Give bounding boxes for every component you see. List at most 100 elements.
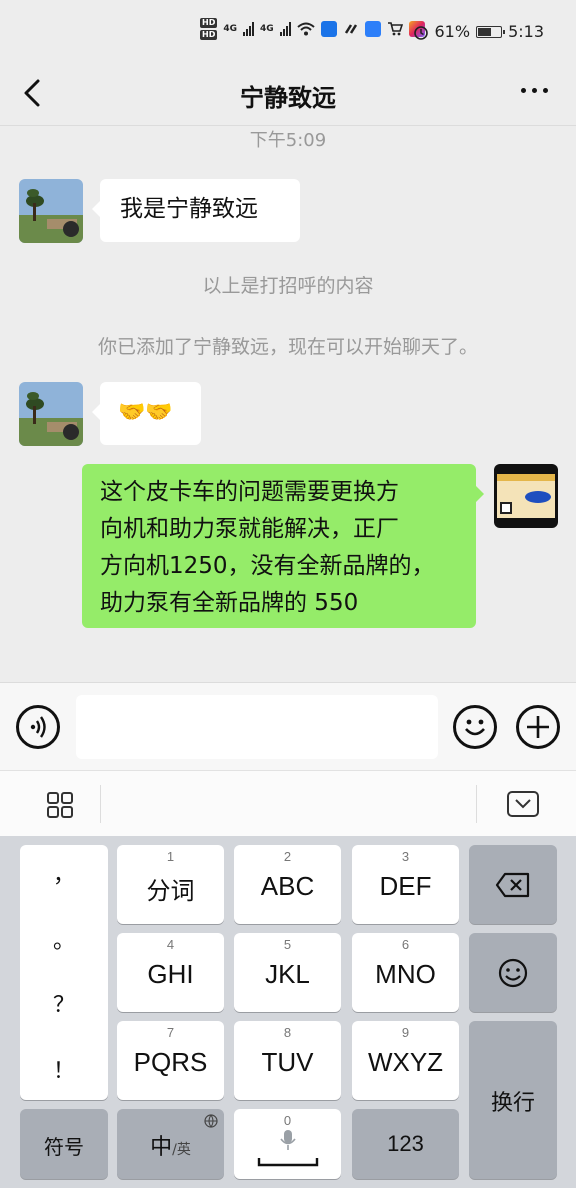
cart-icon bbox=[387, 22, 403, 36]
battery-percent: 61% bbox=[434, 22, 471, 41]
handshake-emoji: 🤝🤝 bbox=[118, 400, 173, 425]
message-text: 我是宁静致远 bbox=[120, 196, 258, 222]
signal-icon bbox=[243, 22, 254, 36]
language-switch-key[interactable]: 中/英 bbox=[117, 1109, 224, 1179]
key-label: TUV bbox=[261, 1047, 314, 1077]
emoji-key[interactable] bbox=[469, 933, 557, 1012]
number-mode-key[interactable]: 123 bbox=[352, 1109, 459, 1179]
key-label: MNO bbox=[375, 959, 436, 989]
backspace-key[interactable] bbox=[469, 845, 557, 924]
hd-badge: HD bbox=[200, 30, 218, 40]
key-number: 8 bbox=[283, 1025, 292, 1040]
key-label: DEF bbox=[379, 871, 432, 901]
key-number: 9 bbox=[401, 1025, 410, 1040]
smile-icon bbox=[465, 719, 485, 736]
globe-icon bbox=[204, 1114, 218, 1128]
battery-icon bbox=[476, 25, 506, 38]
punctuation-column[interactable]: ， 。 ？ ！ bbox=[20, 845, 108, 1100]
key-2[interactable]: 2 ABC bbox=[234, 845, 341, 924]
message-bubble-contact[interactable]: 我是宁静致远 bbox=[92, 179, 300, 242]
enter-key-label: 换行 bbox=[490, 1091, 535, 1116]
keyboard-toolbar bbox=[0, 770, 576, 836]
language-main: 中 bbox=[150, 1135, 173, 1160]
chat-header: 宁静致远 bbox=[0, 60, 576, 126]
wifi-icon bbox=[296, 22, 315, 36]
contact-avatar[interactable] bbox=[19, 179, 83, 243]
message-input[interactable] bbox=[76, 695, 438, 759]
language-alt: /英 bbox=[172, 1142, 191, 1158]
voice-input-button[interactable] bbox=[16, 705, 60, 749]
message-text-line: 方向机1250，没有全新品牌的， bbox=[100, 553, 435, 579]
system-notice: 你已添加了宁静致远，现在可以开始聊天了。 bbox=[97, 336, 478, 358]
key-number: 5 bbox=[283, 937, 292, 952]
space-bar-icon bbox=[257, 1158, 319, 1167]
hide-keyboard-icon[interactable] bbox=[507, 791, 539, 817]
system-notice: 以上是打招呼的内容 bbox=[202, 275, 374, 297]
network-type-label: 4G bbox=[223, 24, 237, 34]
alarm-icon bbox=[413, 25, 428, 40]
input-bar bbox=[0, 682, 576, 770]
key-8[interactable]: 8 TUV bbox=[234, 1021, 341, 1100]
keyboard: ， 。 ？ ！ 1 分词 2 ABC 3 DEF 4 GHI 5 JKL 6 MNO 7 PQ… bbox=[0, 836, 576, 1188]
number-mode-label: 123 bbox=[387, 1131, 424, 1156]
message-list[interactable]: 下午5:09 我是宁静致远 以上是打招呼的内容 你已添加了宁静致远，现在可以开始… bbox=[0, 126, 576, 682]
key-5[interactable]: 5 JKL bbox=[234, 933, 341, 1012]
punct-key[interactable]: ， bbox=[20, 857, 108, 889]
more-options-icon[interactable] bbox=[521, 88, 548, 93]
signal-icon bbox=[279, 22, 291, 36]
divider bbox=[100, 785, 101, 823]
punct-key[interactable]: ！ bbox=[20, 1053, 108, 1085]
voice-icon bbox=[30, 716, 46, 738]
app-notification-icon bbox=[320, 21, 337, 37]
punct-key[interactable]: ？ bbox=[20, 987, 108, 1019]
divider bbox=[476, 785, 477, 823]
key-label: GHI bbox=[147, 959, 194, 989]
key-number: 3 bbox=[401, 849, 410, 864]
network-type-label: 4G bbox=[260, 24, 274, 34]
chat-title: 宁静致远 bbox=[240, 84, 336, 112]
key-label: PQRS bbox=[133, 1047, 208, 1077]
key-number: 7 bbox=[166, 1025, 175, 1040]
key-9[interactable]: 9 WXYZ bbox=[352, 1021, 459, 1100]
link-icon bbox=[344, 24, 357, 34]
key-number: 4 bbox=[166, 937, 175, 952]
key-number: 2 bbox=[283, 849, 292, 864]
key-label: 分词 bbox=[146, 877, 195, 905]
symbol-key-label: 符号 bbox=[44, 1135, 84, 1159]
plus-icon bbox=[527, 716, 549, 738]
key-number: 1 bbox=[166, 849, 175, 864]
hd-badge: HD bbox=[200, 18, 218, 28]
message-bubble-me[interactable]: 这个皮卡车的问题需要更换方 向机和助力泵就能解决，正厂 方向机1250，没有全新… bbox=[82, 464, 484, 628]
message-text-line: 这个皮卡车的问题需要更换方 bbox=[100, 479, 399, 505]
clock: 5:13 bbox=[508, 22, 544, 41]
backspace-icon bbox=[495, 872, 530, 898]
key-label: JKL bbox=[265, 959, 310, 989]
message-text-line: 助力泵有全新品牌的 550 bbox=[100, 590, 359, 616]
microphone-icon bbox=[280, 1130, 296, 1150]
space-key[interactable]: 0 bbox=[234, 1109, 341, 1179]
key-number: 6 bbox=[401, 937, 410, 952]
status-icons: HD HD 4G 4G bbox=[200, 18, 425, 40]
key-4[interactable]: 4 GHI bbox=[117, 933, 224, 1012]
more-actions-button[interactable] bbox=[516, 705, 560, 749]
key-label: WXYZ bbox=[367, 1047, 444, 1077]
key-7[interactable]: 7 PQRS bbox=[117, 1021, 224, 1100]
message-text-line: 向机和助力泵就能解决，正厂 bbox=[100, 516, 399, 542]
message-bubble-contact[interactable]: 🤝🤝 bbox=[92, 382, 201, 445]
enter-key[interactable]: 换行 bbox=[469, 1021, 557, 1179]
app-notification-icon bbox=[364, 21, 381, 37]
key-1[interactable]: 1 分词 bbox=[117, 845, 224, 924]
timestamp: 下午5:09 bbox=[249, 130, 327, 151]
smile-icon bbox=[498, 958, 528, 988]
symbol-key[interactable]: 符号 bbox=[20, 1109, 108, 1179]
status-right: 61% 5:13 bbox=[413, 22, 544, 41]
key-3[interactable]: 3 DEF bbox=[352, 845, 459, 924]
grid-icon[interactable] bbox=[46, 791, 74, 819]
emoji-button[interactable] bbox=[453, 705, 497, 749]
contact-avatar[interactable] bbox=[19, 382, 83, 446]
punct-key[interactable]: 。 bbox=[20, 923, 108, 955]
my-avatar[interactable] bbox=[494, 464, 558, 528]
key-6[interactable]: 6 MNO bbox=[352, 933, 459, 1012]
key-label: ABC bbox=[260, 871, 315, 901]
key-number: 0 bbox=[283, 1113, 292, 1128]
